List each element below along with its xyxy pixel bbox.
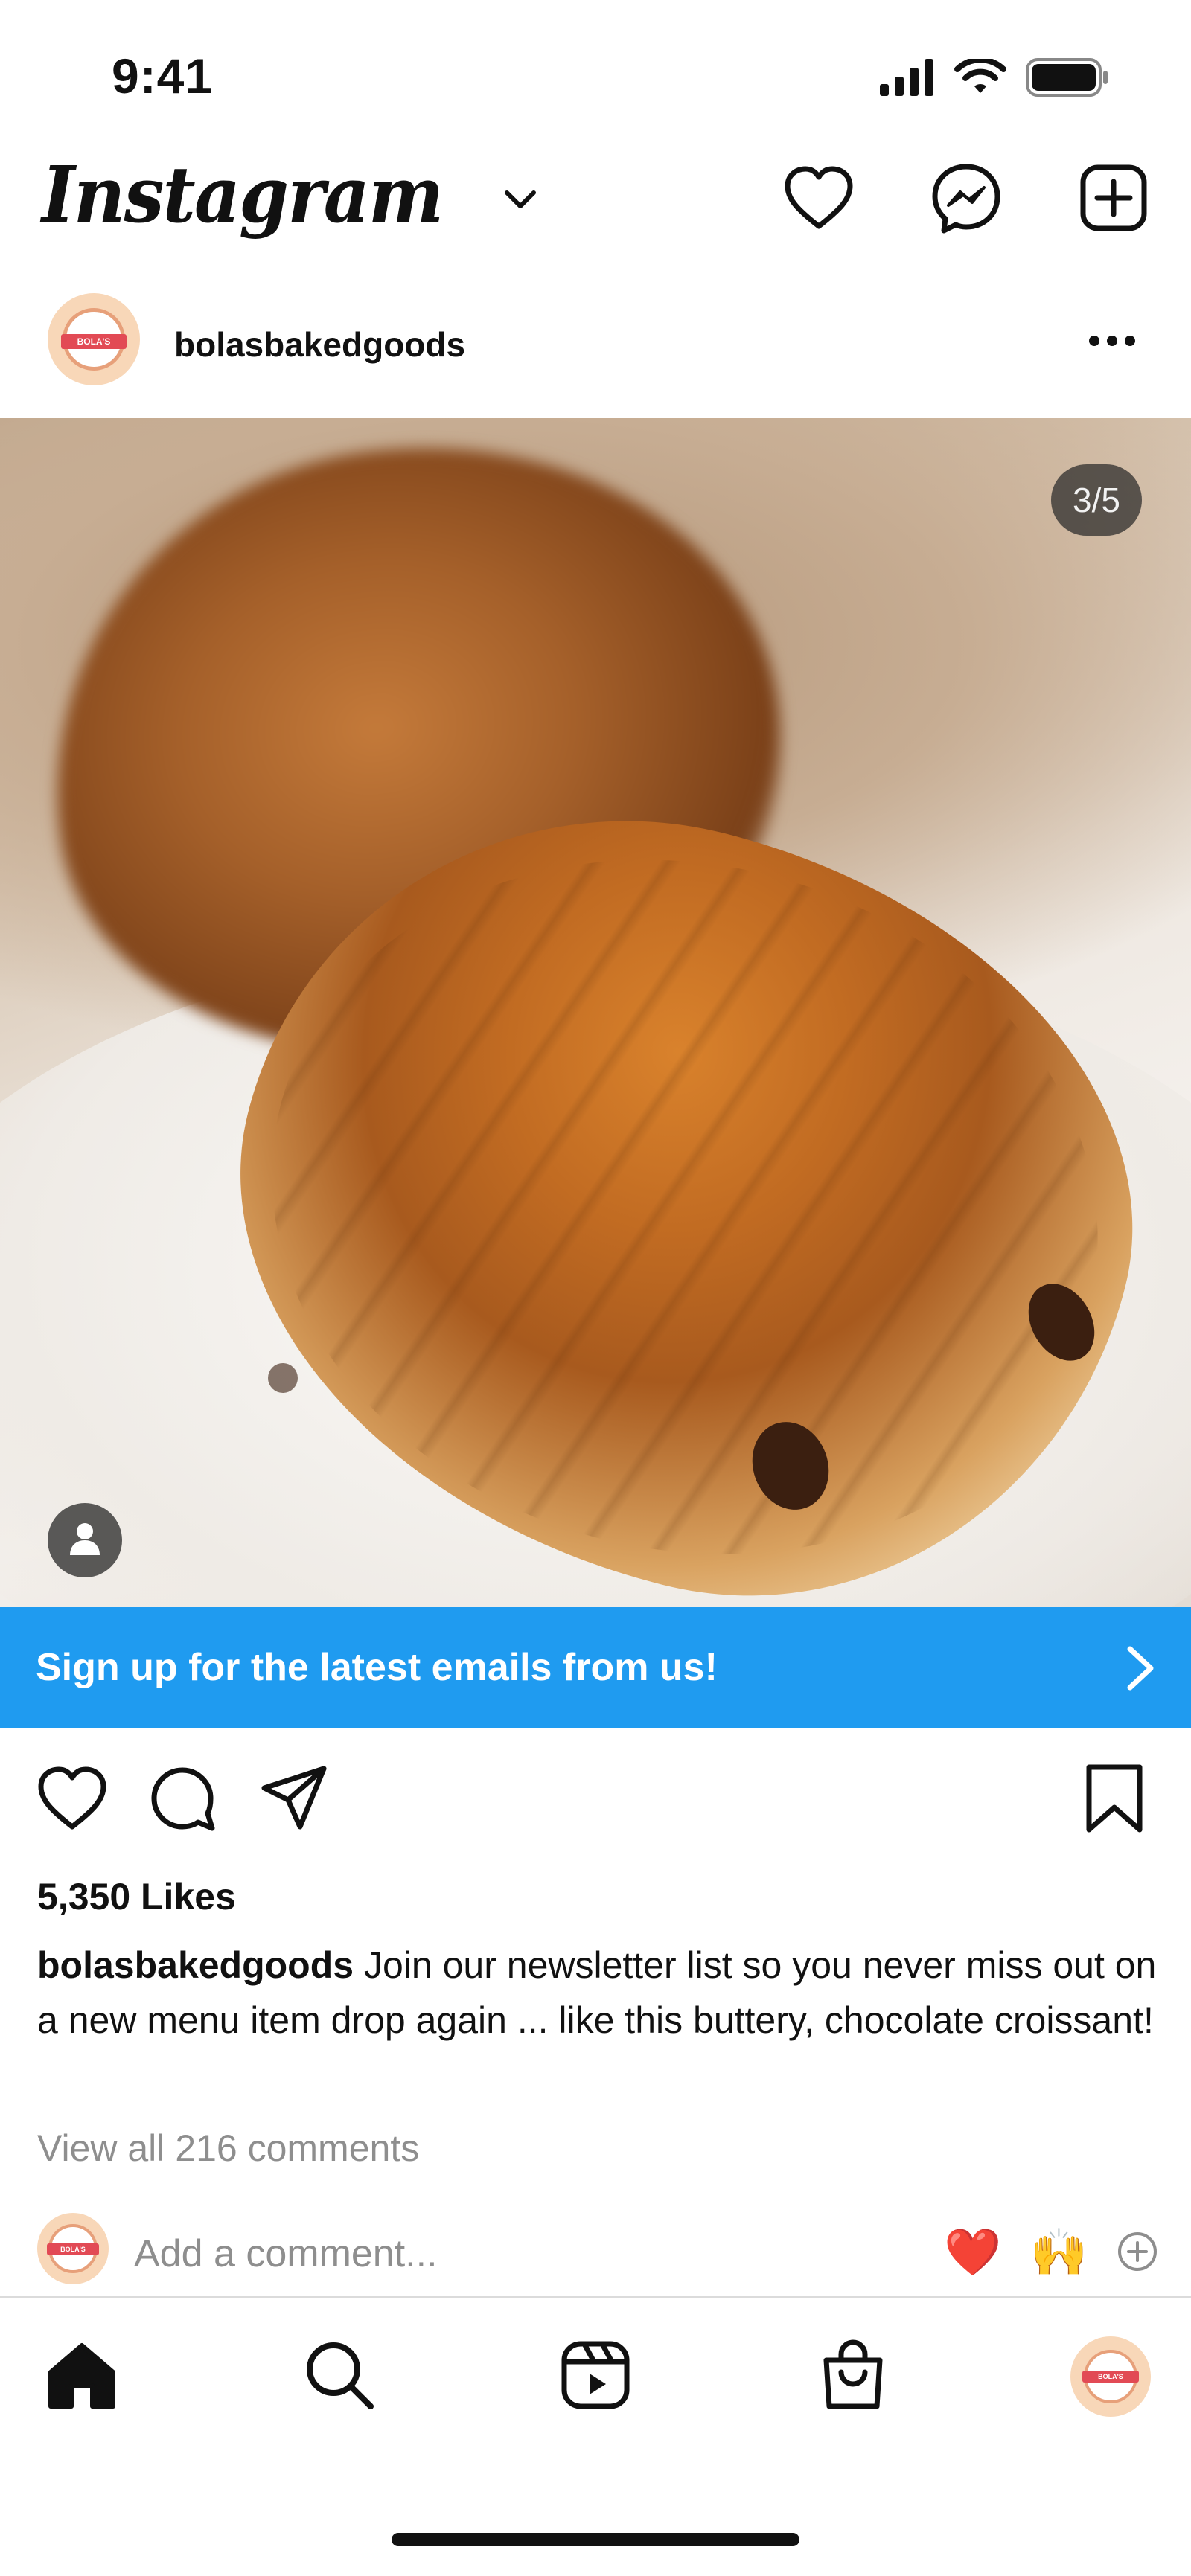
avatar-logo-text: BOLA'S <box>61 334 127 349</box>
image-counter: 3/5 <box>1051 464 1142 536</box>
search-icon <box>304 2339 375 2415</box>
brand-switcher[interactable]: Instagram <box>42 149 538 240</box>
post-username[interactable]: bolasbakedgoods <box>174 324 465 365</box>
messenger-icon <box>930 162 1002 237</box>
tab-reels[interactable] <box>551 2332 640 2421</box>
status-icons <box>878 57 1109 100</box>
avatar-logo: BOLA'S <box>47 2224 99 2273</box>
post-caption: bolasbakedgoods Join our newsletter list… <box>37 1938 1161 2048</box>
post-actions <box>0 1741 1191 1853</box>
avatar-logo-text: BOLA'S <box>47 2243 99 2255</box>
heart-icon <box>783 165 855 234</box>
activity-button[interactable] <box>783 164 855 235</box>
messenger-button[interactable] <box>930 164 1002 235</box>
heart-emoji-button[interactable]: ❤️ <box>944 2225 1001 2280</box>
tab-search[interactable] <box>295 2332 384 2421</box>
cta-text: Sign up for the latest emails from us! <box>36 1646 718 1689</box>
header-actions <box>783 164 1149 235</box>
tagged-users-button[interactable] <box>48 1503 122 1577</box>
person-icon <box>64 1518 106 1563</box>
post-avatar[interactable]: BOLA'S <box>48 293 140 385</box>
plus-circle-icon <box>1117 2232 1158 2275</box>
save-button[interactable] <box>1073 1759 1155 1841</box>
instagram-logo: Instagram <box>42 149 444 240</box>
bookmark-icon <box>1083 1763 1146 1838</box>
cta-banner[interactable]: Sign up for the latest emails from us! <box>0 1607 1191 1728</box>
status-time: 9:41 <box>112 48 214 103</box>
tab-shop[interactable] <box>808 2332 898 2421</box>
tab-home[interactable] <box>37 2332 127 2421</box>
avatar-logo: BOLA'S <box>1082 2350 1139 2403</box>
view-comments-link[interactable]: View all 216 comments <box>37 2127 419 2170</box>
new-post-button[interactable] <box>1078 164 1149 235</box>
share-button[interactable] <box>253 1759 335 1841</box>
wifi-icon <box>954 57 1006 100</box>
send-icon <box>258 1763 330 1838</box>
add-emoji-button[interactable] <box>1117 2231 1158 2276</box>
tab-bar: BOLA'S <box>0 2307 1191 2448</box>
profile-avatar: BOLA'S <box>1070 2336 1151 2417</box>
like-button[interactable] <box>31 1759 113 1841</box>
caption-username[interactable]: bolasbakedgoods <box>37 1944 354 1986</box>
comment-icon <box>147 1763 218 1838</box>
tab-profile[interactable]: BOLA'S <box>1066 2332 1155 2421</box>
reels-icon <box>560 2339 631 2415</box>
home-icon <box>46 2341 118 2413</box>
comment-row: BOLA'S ❤️ 🙌 <box>0 2208 1191 2298</box>
comment-button[interactable] <box>141 1759 223 1841</box>
chevron-right-icon <box>1124 1644 1157 1696</box>
more-options-button[interactable] <box>1075 313 1149 372</box>
more-icon <box>1088 335 1136 350</box>
new-post-icon <box>1079 164 1148 236</box>
post-header: BOLA'S bolasbakedgoods <box>0 283 1191 417</box>
raised-hands-emoji-button[interactable]: 🙌 <box>1030 2225 1088 2280</box>
chocolate-chip <box>268 1363 298 1393</box>
heart-icon <box>36 1766 108 1835</box>
likes-count[interactable]: 5,350 Likes <box>37 1875 236 1918</box>
avatar-logo-text: BOLA'S <box>1082 2371 1139 2383</box>
post-image[interactable]: 3/5 <box>0 418 1191 1607</box>
app-header: Instagram <box>0 141 1191 275</box>
chevron-down-icon <box>502 188 538 214</box>
status-bar: 9:41 <box>0 0 1191 141</box>
battery-icon <box>1026 58 1109 100</box>
comment-input[interactable] <box>134 2228 804 2280</box>
shopping-bag-icon <box>819 2339 887 2415</box>
signal-icon <box>878 59 935 100</box>
avatar-logo: BOLA'S <box>61 308 127 371</box>
comment-avatar: BOLA'S <box>37 2213 109 2284</box>
tab-bar-divider <box>0 2296 1191 2298</box>
home-indicator[interactable] <box>392 2533 799 2546</box>
